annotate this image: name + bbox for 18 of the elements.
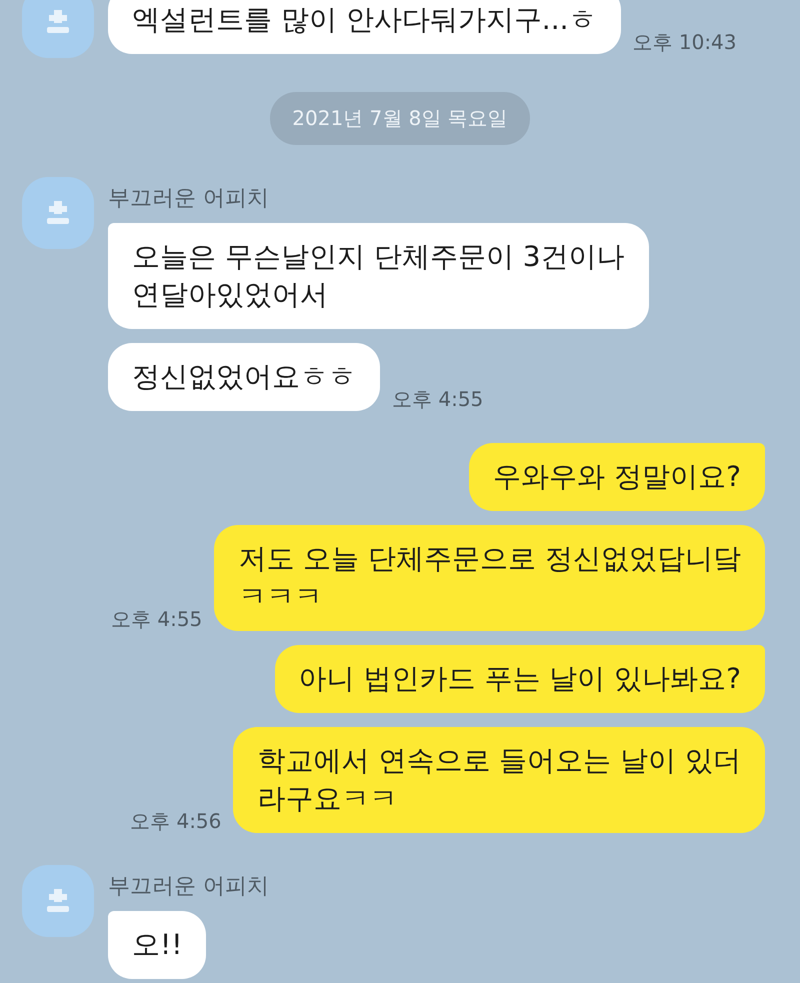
message-bubble: 아니 법인카드 푸는 날이 있나봐요?: [274, 645, 765, 713]
avatar[interactable]: [22, 865, 94, 937]
message-time: 오후 4:55: [111, 606, 202, 633]
date-divider: 2021년 7월 8일 목요일: [270, 92, 530, 145]
message-bubble: 오!!: [108, 911, 206, 979]
avatar[interactable]: [22, 177, 94, 249]
message-bubble: 저도 오늘 단체주문으로 정신없었답니닼 ㅋㅋㅋ: [214, 525, 765, 631]
message-time: 오후 4:56: [130, 808, 222, 835]
avatar[interactable]: [22, 0, 94, 58]
sender-name: 부끄러운 어피치: [108, 185, 269, 213]
message-bubble: 우와우와 정말이요?: [469, 443, 765, 511]
message-bubble: 오늘은 무슨날인지 단체주문이 3건이나 연달아있었어서: [108, 223, 649, 329]
message-bubble: 엑설런트를 많이 안사다둬가지구...ㅎ: [108, 0, 621, 54]
message-time: 오후 4:55: [392, 386, 484, 413]
message-time: 오후 10:43: [632, 29, 737, 56]
message-bubble: 정신없었어요ㅎㅎ: [108, 343, 380, 411]
message-bubble: 학교에서 연속으로 들어오는 날이 있더 라구요ㅋㅋ: [233, 727, 765, 833]
sender-name: 부끄러운 어피치: [108, 873, 269, 901]
